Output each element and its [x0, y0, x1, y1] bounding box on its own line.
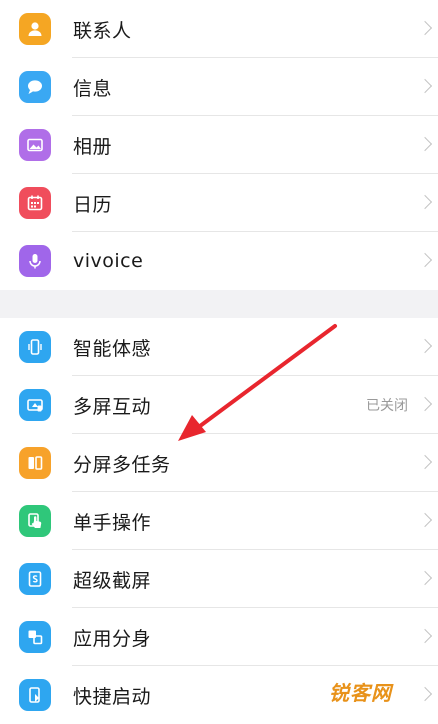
settings-item-label: 联系人 — [73, 19, 132, 42]
settings-item-label: 智能体感 — [73, 337, 152, 360]
chevron-right-icon — [417, 78, 433, 94]
chevron-right-icon — [417, 512, 433, 528]
settings-item-contacts[interactable]: 联系人 — [0, 0, 438, 58]
settings-item-smart-motion[interactable]: 智能体感 — [0, 318, 438, 376]
motion-phone-icon — [19, 331, 51, 363]
settings-item-one-hand[interactable]: 单手操作 — [0, 492, 438, 550]
settings-item-label: 单手操作 — [73, 511, 152, 534]
settings-item-app-clone[interactable]: 应用分身 — [0, 608, 438, 666]
contacts-icon — [19, 13, 51, 45]
chevron-right-icon — [417, 136, 433, 152]
chevron-right-icon — [417, 194, 433, 210]
settings-item-split-screen[interactable]: 分屏多任务 — [0, 434, 438, 492]
settings-item-messages[interactable]: 信息 — [0, 58, 438, 116]
screenshot-icon — [19, 563, 51, 595]
settings-item-label: 信息 — [73, 77, 113, 100]
chevron-right-icon — [417, 686, 433, 702]
chevron-right-icon — [417, 20, 433, 36]
chevron-right-icon — [417, 252, 433, 268]
watermark-logo: 锐客网 — [329, 681, 392, 705]
settings-item-label: 分屏多任务 — [73, 453, 171, 476]
settings-item-calendar[interactable]: 日历 — [0, 174, 438, 232]
app-clone-icon — [19, 621, 51, 653]
chevron-right-icon — [417, 338, 433, 354]
calendar-icon — [19, 187, 51, 219]
settings-item-vivoice[interactable]: vivoice — [0, 232, 438, 290]
split-screen-icon — [19, 447, 51, 479]
settings-item-multiscreen[interactable]: 多屏互动 已关闭 — [0, 376, 438, 434]
settings-list: 联系人 信息 相册 日历 vivoice 智能体感 多屏互动 已关闭 分屏多任务… — [0, 0, 438, 724]
settings-item-label: 超级截屏 — [73, 569, 152, 592]
settings-group-features: 智能体感 多屏互动 已关闭 分屏多任务 单手操作 超级截屏 应用分身 快捷启动 — [0, 318, 438, 724]
microphone-icon — [19, 245, 51, 277]
status-text: 已关闭 — [366, 398, 408, 414]
message-icon — [19, 71, 51, 103]
multiscreen-icon — [19, 389, 51, 421]
section-divider — [0, 290, 438, 318]
settings-item-label: vivoice — [73, 250, 144, 272]
settings-item-gallery[interactable]: 相册 — [0, 116, 438, 174]
gallery-icon — [19, 129, 51, 161]
settings-item-label: 相册 — [73, 135, 113, 158]
chevron-right-icon — [417, 628, 433, 644]
settings-item-label: 多屏互动 — [73, 395, 152, 418]
settings-item-label: 快捷启动 — [73, 685, 152, 708]
quick-launch-icon — [19, 679, 51, 711]
chevron-right-icon — [417, 454, 433, 470]
chevron-right-icon — [417, 396, 433, 412]
settings-group-apps: 联系人 信息 相册 日历 vivoice — [0, 0, 438, 290]
settings-item-super-screenshot[interactable]: 超级截屏 — [0, 550, 438, 608]
settings-item-label: 日历 — [73, 193, 113, 216]
settings-item-label: 应用分身 — [73, 627, 152, 650]
chevron-right-icon — [417, 570, 433, 586]
one-hand-icon — [19, 505, 51, 537]
